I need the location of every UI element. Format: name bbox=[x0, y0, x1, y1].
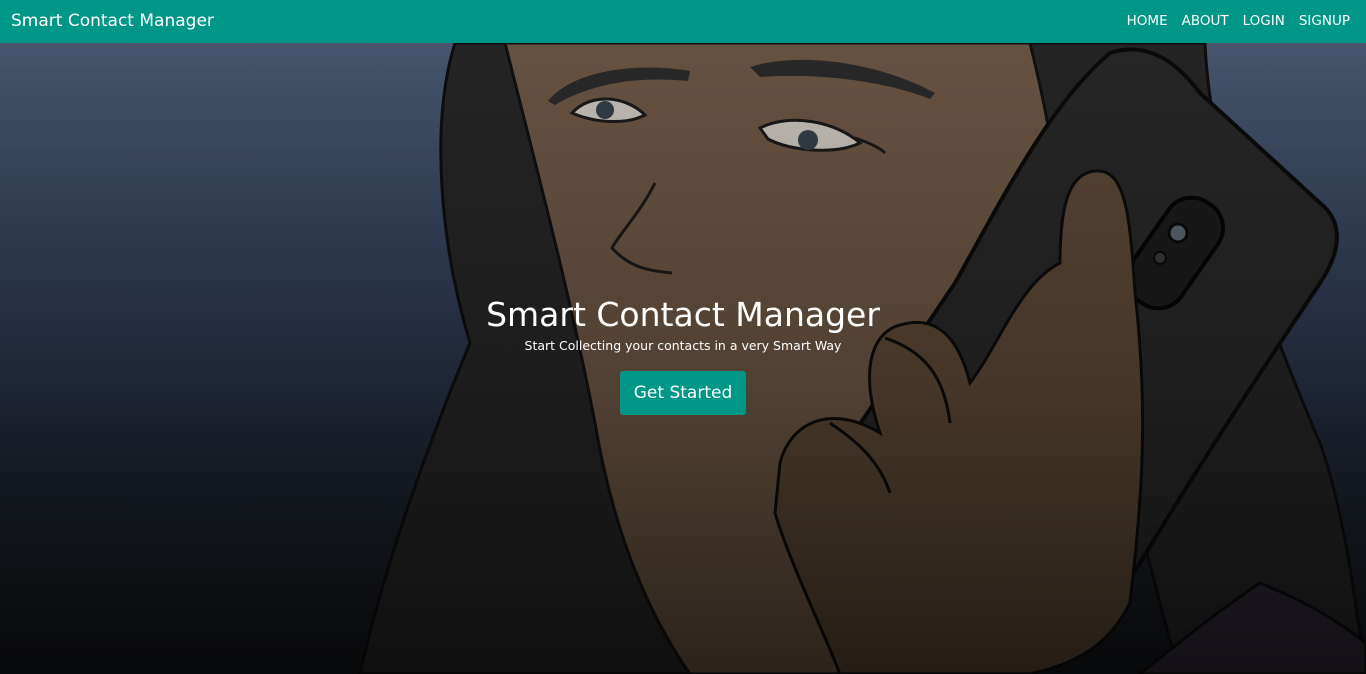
nav-signup-link[interactable]: SIGNUP bbox=[1299, 13, 1350, 29]
hero-subtitle: Start Collecting your contacts in a very… bbox=[524, 338, 842, 353]
hero-banner: Smart Contact Manager Start Collecting y… bbox=[0, 43, 1366, 674]
nav-home-link[interactable]: HOME bbox=[1127, 13, 1168, 29]
hero-title: Smart Contact Manager bbox=[486, 295, 880, 334]
top-navbar: Smart Contact Manager HOME ABOUT LOGIN S… bbox=[0, 0, 1366, 43]
get-started-button[interactable]: Get Started bbox=[620, 371, 746, 415]
nav-links: HOME ABOUT LOGIN SIGNUP bbox=[1127, 13, 1350, 29]
nav-login-link[interactable]: LOGIN bbox=[1243, 13, 1285, 29]
brand-link[interactable]: Smart Contact Manager bbox=[11, 11, 214, 31]
nav-about-link[interactable]: ABOUT bbox=[1182, 13, 1229, 29]
hero-content: Smart Contact Manager Start Collecting y… bbox=[0, 295, 1366, 415]
